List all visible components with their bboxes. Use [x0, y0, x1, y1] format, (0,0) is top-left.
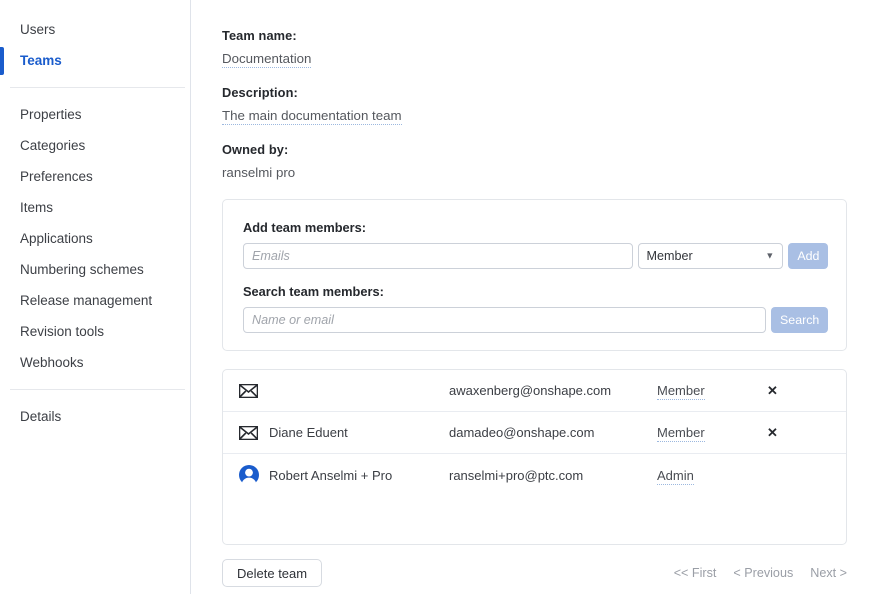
- sidebar-item-teams[interactable]: Teams: [0, 45, 190, 76]
- emails-input[interactable]: [243, 243, 633, 269]
- pagination-previous[interactable]: < Previous: [733, 566, 793, 580]
- sidebar-item-preferences[interactable]: Preferences: [0, 161, 190, 192]
- pagination-next[interactable]: Next >: [810, 566, 847, 580]
- description-value[interactable]: The main documentation team: [222, 108, 402, 125]
- sidebar-divider-bottom: [10, 389, 185, 390]
- chevron-down-icon: ▼: [765, 250, 775, 261]
- sidebar-item-label: Applications: [20, 231, 93, 246]
- add-team-members-label: Add team members:: [243, 220, 367, 235]
- owned-by-block: Owned by: ranselmi pro: [222, 142, 889, 182]
- remove-member-icon[interactable]: ✕: [767, 383, 807, 399]
- member-role-label: Member: [657, 383, 705, 400]
- search-member-row: Search: [243, 307, 828, 333]
- member-email: damadeo@onshape.com: [449, 425, 595, 440]
- envelope-icon: [239, 425, 269, 440]
- sidebar-top-spacer: [0, 0, 190, 14]
- envelope-icon: [239, 383, 269, 398]
- sidebar-item-users[interactable]: Users: [0, 14, 190, 45]
- sidebar-item-label: Details: [20, 409, 62, 424]
- sidebar-item-label: Properties: [20, 107, 82, 122]
- sidebar: Users Teams Properties Categories Prefer…: [0, 0, 191, 594]
- sidebar-item-details[interactable]: Details: [0, 401, 190, 432]
- sidebar-item-label: Items: [20, 200, 54, 215]
- add-member-row: Member ▼ Add: [243, 243, 828, 269]
- member-role-label: Member: [657, 425, 705, 442]
- sidebar-footer-group: Details: [0, 401, 190, 432]
- members-list: awaxenberg@onshape.com Member ✕ Diane Ed…: [222, 369, 847, 545]
- member-role[interactable]: Admin: [657, 467, 767, 485]
- description-block: Description: The main documentation team: [222, 85, 889, 125]
- role-select-value: Member: [646, 249, 693, 263]
- member-email: awaxenberg@onshape.com: [449, 383, 612, 398]
- remove-member-icon[interactable]: ✕: [767, 425, 807, 441]
- sidebar-item-label: Release management: [20, 293, 153, 308]
- sidebar-divider-top: [10, 87, 185, 88]
- sidebar-item-revision-tools[interactable]: Revision tools: [0, 316, 190, 347]
- sidebar-item-label: Preferences: [20, 169, 93, 184]
- delete-team-button[interactable]: Delete team: [222, 559, 323, 587]
- sidebar-item-label: Numbering schemes: [20, 262, 144, 277]
- avatar-icon: [239, 465, 269, 485]
- sidebar-item-label: Webhooks: [20, 355, 84, 370]
- search-input[interactable]: [243, 307, 767, 333]
- table-row[interactable]: Diane Eduent damadeo@onshape.com Member …: [223, 412, 846, 454]
- description-label: Description:: [222, 85, 298, 100]
- member-role-label: Admin: [657, 467, 694, 485]
- search-button[interactable]: Search: [771, 307, 828, 333]
- owned-by-value: ranselmi pro: [222, 165, 296, 180]
- member-email: ranselmi+pro@ptc.com: [449, 467, 584, 483]
- sidebar-item-label: Teams: [20, 53, 62, 68]
- add-button[interactable]: Add: [788, 243, 828, 269]
- sidebar-item-label: Users: [20, 22, 56, 37]
- sidebar-item-release-management[interactable]: Release management: [0, 285, 190, 316]
- add-search-panel: Add team members: Member ▼ Add Search te…: [222, 199, 847, 351]
- sidebar-item-label: Categories: [20, 138, 86, 153]
- sidebar-item-items[interactable]: Items: [0, 192, 190, 223]
- pagination: << First < Previous Next >: [674, 566, 847, 580]
- member-role[interactable]: Member: [657, 425, 767, 442]
- owned-by-label: Owned by:: [222, 142, 289, 157]
- pagination-first[interactable]: << First: [674, 566, 717, 580]
- team-name-value[interactable]: Documentation: [222, 51, 312, 68]
- active-indicator-bar: [0, 47, 4, 75]
- sidebar-settings-group: Properties Categories Preferences Items …: [0, 99, 190, 378]
- team-name-label: Team name:: [222, 28, 297, 43]
- search-team-members-label: Search team members:: [243, 284, 384, 299]
- member-name: Diane Eduent: [269, 425, 348, 440]
- sidebar-item-categories[interactable]: Categories: [0, 130, 190, 161]
- table-row[interactable]: Robert Anselmi + Pro ranselmi+pro@ptc.co…: [223, 454, 846, 496]
- team-name-block: Team name: Documentation: [222, 28, 889, 68]
- sidebar-primary-group: Users Teams: [0, 14, 190, 76]
- member-name: Robert Anselmi + Pro: [269, 467, 393, 483]
- sidebar-item-webhooks[interactable]: Webhooks: [0, 347, 190, 378]
- sidebar-item-properties[interactable]: Properties: [0, 99, 190, 130]
- page-footer: Delete team << First < Previous Next >: [222, 559, 847, 587]
- sidebar-item-label: Revision tools: [20, 324, 105, 339]
- role-select[interactable]: Member ▼: [637, 243, 784, 269]
- sidebar-item-applications[interactable]: Applications: [0, 223, 190, 254]
- team-settings-page: Users Teams Properties Categories Prefer…: [0, 0, 889, 594]
- member-role[interactable]: Member: [657, 383, 767, 400]
- sidebar-item-numbering-schemes[interactable]: Numbering schemes: [0, 254, 190, 285]
- table-row[interactable]: awaxenberg@onshape.com Member ✕: [223, 370, 846, 412]
- main-content: Team name: Documentation Description: Th…: [192, 0, 889, 594]
